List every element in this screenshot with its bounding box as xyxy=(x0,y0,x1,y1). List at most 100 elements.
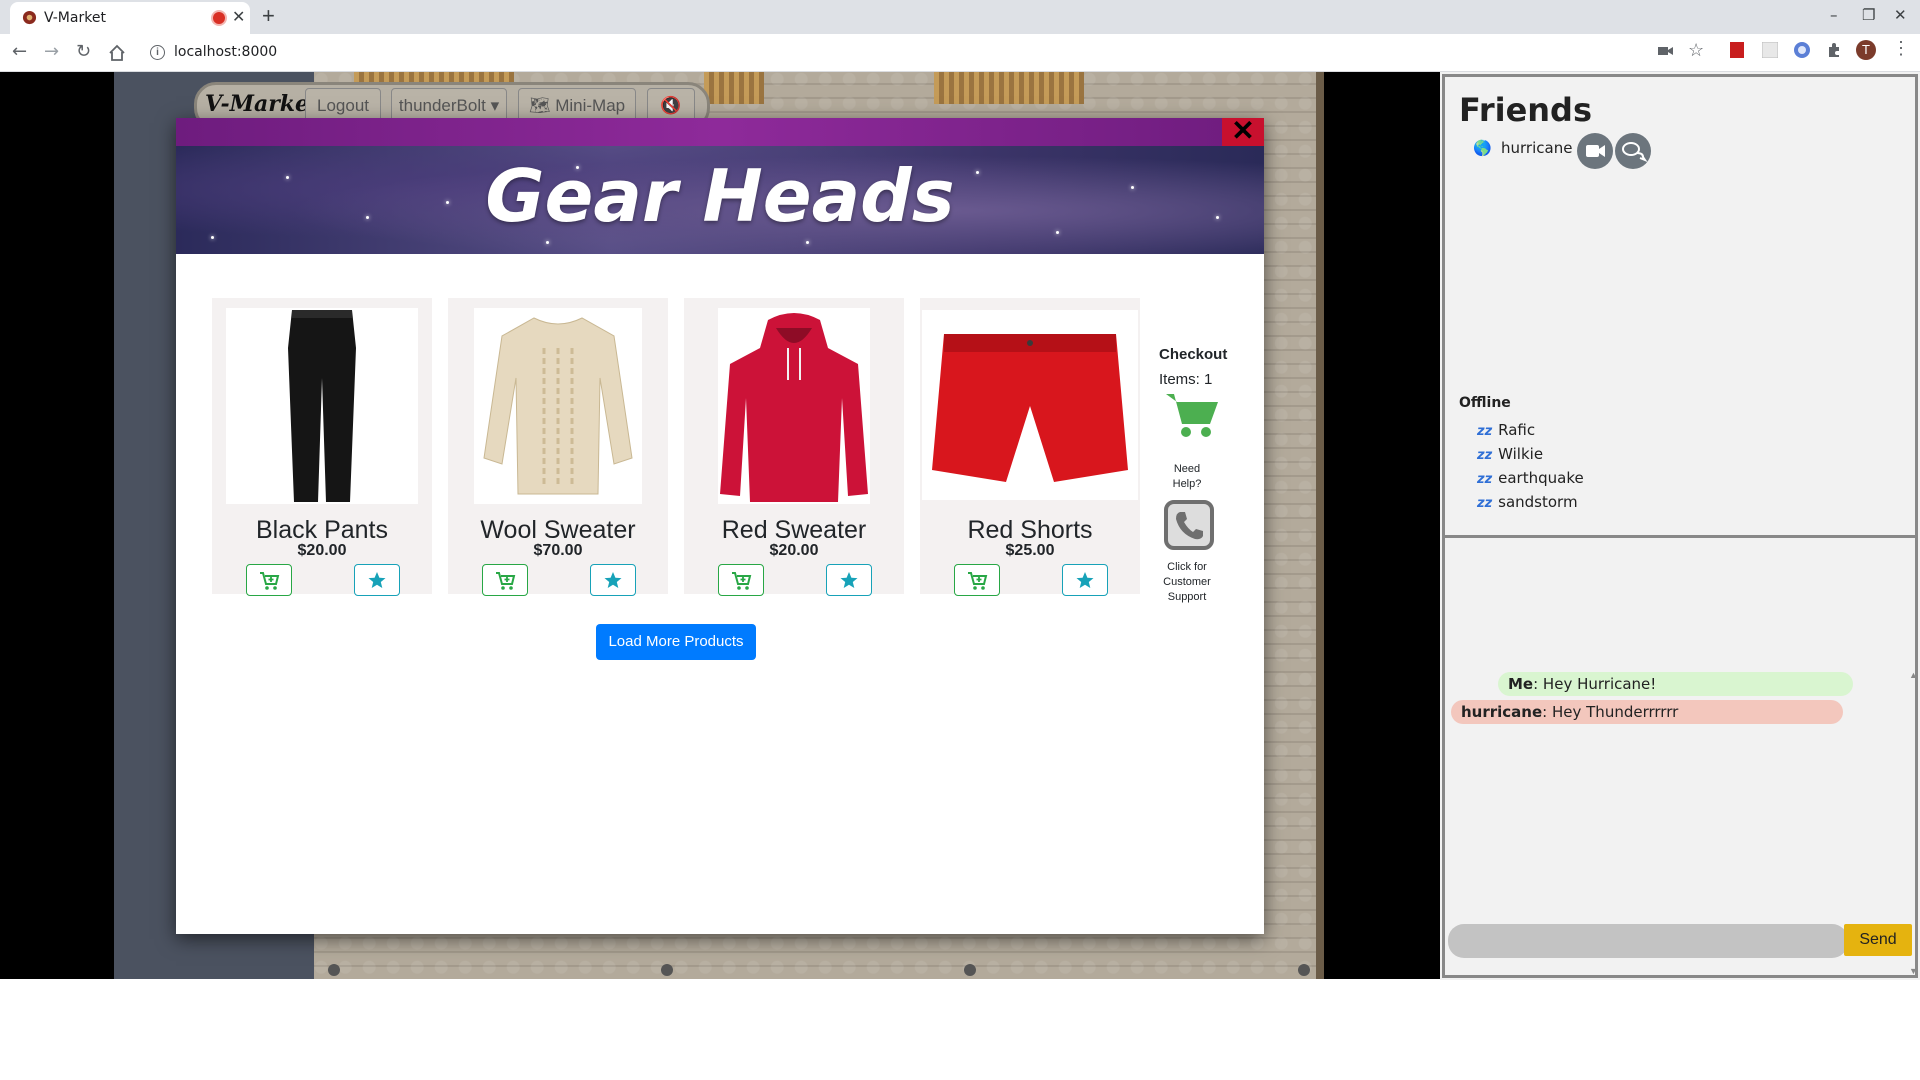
restore-icon[interactable]: ❐ xyxy=(1862,6,1875,24)
chat-message-friend: hurricane: Hey Thunderrrrrr xyxy=(1451,700,1843,724)
scroll-up-icon[interactable]: ▲ xyxy=(1909,670,1918,680)
offline-friend[interactable]: zz Rafic xyxy=(1477,421,1535,439)
site-info-icon[interactable]: i xyxy=(150,45,165,60)
browser-menu-icon[interactable]: ⋮ xyxy=(1892,38,1910,59)
window-close-icon[interactable]: ✕ xyxy=(1894,6,1907,24)
browser-tab[interactable]: V-Market ✕ xyxy=(10,2,250,34)
support-line: Support xyxy=(1167,591,1207,603)
star-icon xyxy=(1076,572,1094,588)
send-button[interactable]: Send xyxy=(1844,924,1912,956)
product-price: $70.00 xyxy=(533,542,583,559)
load-more-products-button[interactable]: Load More Products xyxy=(596,624,756,660)
add-to-favorites-button[interactable] xyxy=(590,564,636,596)
minimize-icon[interactable]: – xyxy=(1830,6,1838,24)
cart-plus-icon xyxy=(260,572,280,590)
bookmark-star-icon[interactable]: ☆ xyxy=(1688,40,1704,61)
star-icon xyxy=(368,572,386,588)
help-line: Help? xyxy=(1172,478,1202,490)
offline-heading: Offline xyxy=(1459,395,1511,411)
offline-friend[interactable]: zz sandstorm xyxy=(1477,493,1578,511)
cart-items-count: Items: 1 xyxy=(1159,371,1213,388)
product-name: Red Sweater xyxy=(721,516,867,544)
message-sender: hurricane xyxy=(1461,703,1543,721)
sleep-icon: zz xyxy=(1477,496,1493,511)
new-tab-icon[interactable]: + xyxy=(262,3,275,29)
cart-plus-icon xyxy=(968,572,988,590)
add-to-cart-button[interactable] xyxy=(246,564,292,596)
message-text: : Hey Hurricane! xyxy=(1533,675,1657,693)
product-card-red-sweater: Red Sweater $20.00 xyxy=(684,298,904,596)
friends-title: Friends xyxy=(1459,91,1592,129)
chat-message-input[interactable] xyxy=(1448,924,1848,958)
extension-doc-icon[interactable] xyxy=(1762,42,1778,58)
map-lamps xyxy=(328,964,1310,976)
product-image-black-pants xyxy=(226,308,418,504)
friend-online-name[interactable]: hurricane xyxy=(1501,139,1572,157)
tab-close-icon[interactable]: ✕ xyxy=(232,7,245,27)
message-sender: Me xyxy=(1508,675,1534,693)
browser-tabstrip: V-Market ✕ + – ❐ ✕ xyxy=(0,0,1920,34)
offline-friend-name: Wilkie xyxy=(1498,445,1544,463)
extension-red-icon[interactable] xyxy=(1730,42,1744,58)
customer-support-text: Click for Customer Support xyxy=(1154,560,1220,605)
help-line: Need xyxy=(1173,463,1201,475)
scroll-down-icon[interactable]: ▼ xyxy=(1909,966,1918,976)
chat-button[interactable] xyxy=(1615,133,1651,169)
add-to-cart-button[interactable] xyxy=(718,564,764,596)
message-text: : Hey Thunderrrrrr xyxy=(1542,703,1679,721)
game-viewport[interactable]: V-Market Logout thunderBolt ▾ 🗺 Mini-Map… xyxy=(0,72,1440,979)
video-call-button[interactable] xyxy=(1577,133,1613,169)
back-icon[interactable]: ← xyxy=(12,41,27,62)
map-fence xyxy=(934,72,1084,104)
product-name: Wool Sweater xyxy=(480,516,636,544)
caret-down-icon: ▾ xyxy=(485,96,500,115)
offline-friend[interactable]: zz earthquake xyxy=(1477,469,1584,487)
checkout-cart-icon[interactable] xyxy=(1164,390,1220,440)
friends-panel: Friends 🌎 hurricane Offline zz Rafic zz Wi… xyxy=(1440,72,1920,980)
product-name: Red Shorts xyxy=(967,516,1093,544)
product-card-black-pants: Black Pants $20.00 xyxy=(212,298,432,596)
minimap-label: Mini-Map xyxy=(555,96,626,115)
product-card-wool-sweater: Wool Sweater $70.00 xyxy=(448,298,668,596)
red-shorts-image xyxy=(932,334,1128,482)
support-line: Click for xyxy=(1167,561,1207,573)
extension-blue-icon[interactable] xyxy=(1794,42,1810,58)
cart-plus-icon xyxy=(732,572,752,590)
offline-friend[interactable]: zz Wilkie xyxy=(1477,445,1543,463)
modal-close-button[interactable]: ✕ xyxy=(1222,117,1264,146)
shop-title: Gear Heads xyxy=(485,154,955,238)
product-card-red-shorts: Red Shorts $25.00 xyxy=(920,298,1140,596)
tab-title: V-Market xyxy=(44,10,106,26)
globe-icon: 🌎 xyxy=(1473,140,1492,157)
customer-support-button[interactable] xyxy=(1164,500,1214,550)
home-icon[interactable] xyxy=(108,44,126,62)
add-to-cart-button[interactable] xyxy=(482,564,528,596)
add-to-favorites-button[interactable] xyxy=(826,564,872,596)
support-line: Customer xyxy=(1163,576,1211,588)
url-text: localhost:8000 xyxy=(174,44,278,60)
shop-modal: ✕ Gear Heads Black Pants $20.00 Wool Swe… xyxy=(176,117,1264,934)
chat-section: ▲ Me: Hey Hurricane! hurricane: Hey Thun… xyxy=(1442,538,1918,978)
address-bar[interactable]: i localhost:8000 xyxy=(140,38,1640,67)
reload-icon[interactable]: ↻ xyxy=(76,41,91,62)
vmarket-logo[interactable]: V-Market xyxy=(205,91,319,117)
sleep-icon: zz xyxy=(1477,472,1493,487)
add-to-favorites-button[interactable] xyxy=(354,564,400,596)
camera-icon[interactable] xyxy=(1658,44,1674,58)
add-to-favorites-button[interactable] xyxy=(1062,564,1108,596)
product-image-wool-sweater xyxy=(474,308,642,504)
recording-indicator-icon xyxy=(213,12,225,24)
forward-icon[interactable]: → xyxy=(44,41,59,62)
product-price: $20.00 xyxy=(769,542,819,559)
shop-banner: Gear Heads xyxy=(176,146,1264,254)
browser-toolbar: ← → ↻ i localhost:8000 ☆ T ⋮ xyxy=(0,34,1920,72)
chat-message-me: Me: Hey Hurricane! xyxy=(1498,672,1853,696)
add-to-cart-button[interactable] xyxy=(954,564,1000,596)
red-sweater-image xyxy=(720,313,868,502)
profile-avatar[interactable]: T xyxy=(1856,40,1876,60)
extensions-puzzle-icon[interactable] xyxy=(1826,42,1842,58)
black-pants-image xyxy=(288,310,356,502)
product-price: $25.00 xyxy=(1005,542,1055,559)
modal-header-bar xyxy=(176,118,1264,146)
offline-friend-name: Rafic xyxy=(1498,421,1536,439)
